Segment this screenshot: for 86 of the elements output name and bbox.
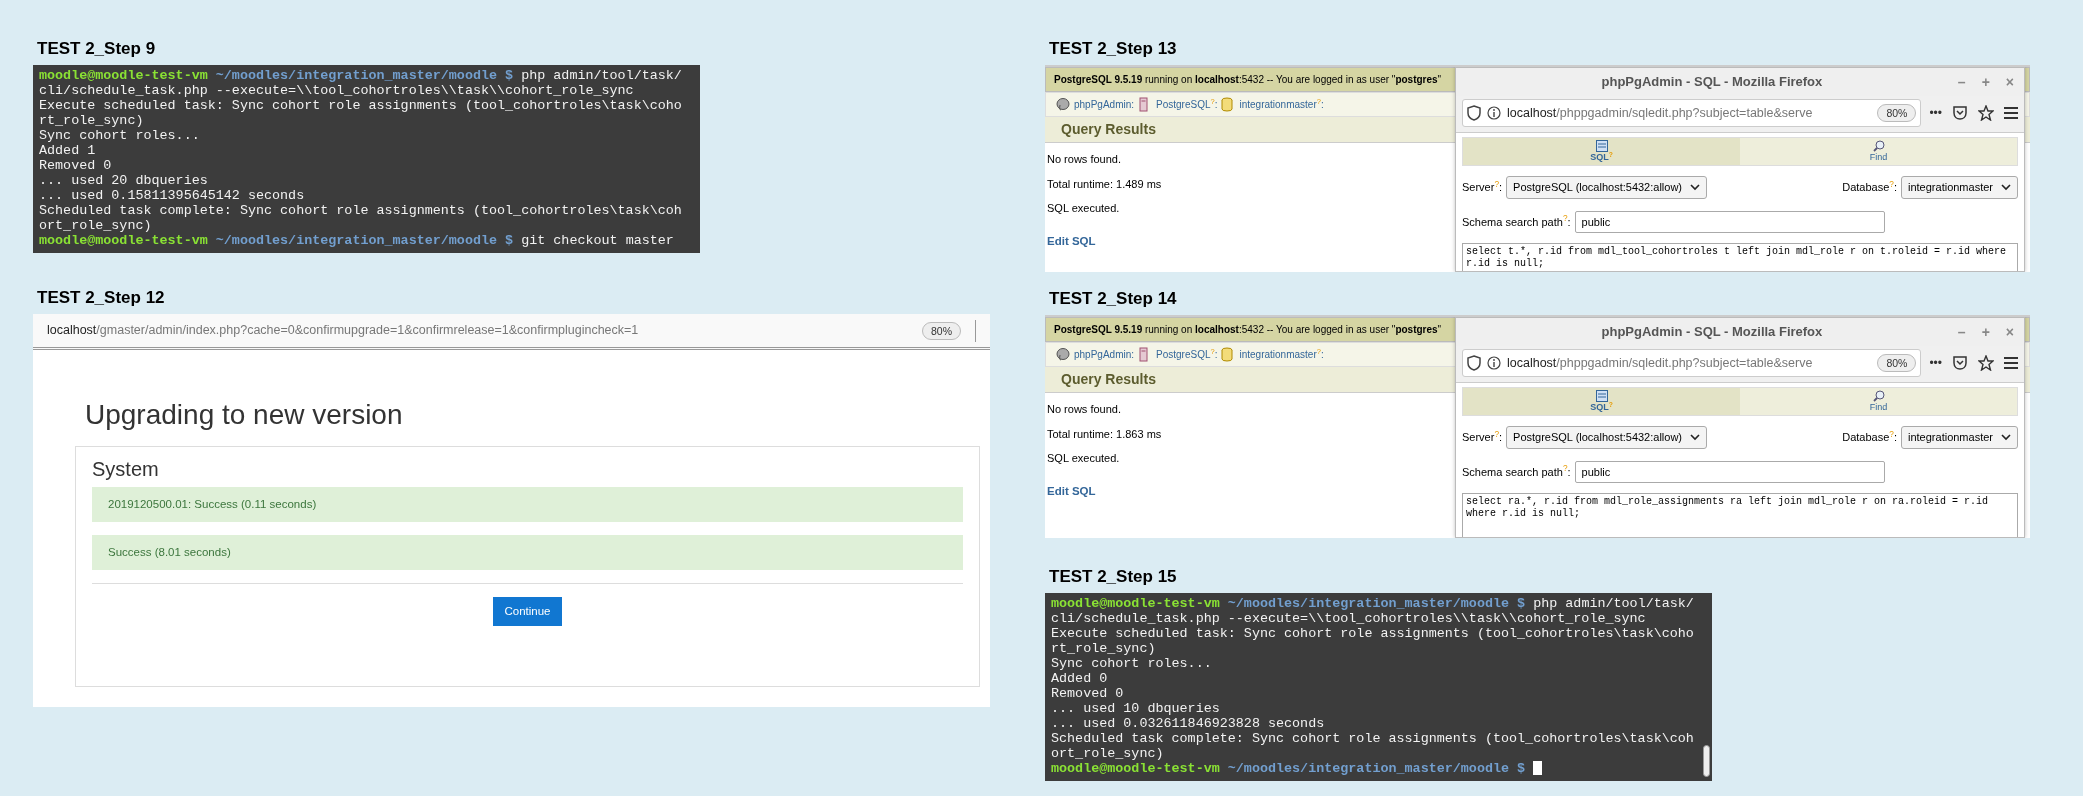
success-notice: 2019120500.01: Success (0.11 seconds) (92, 486, 963, 522)
dropdown[interactable]: PostgreSQL (localhost:5432:allow) (1506, 426, 1708, 449)
breadcrumb-link[interactable]: integrationmaster$^{?}$: (1239, 347, 1324, 362)
star-icon[interactable] (1978, 105, 1994, 121)
edit-sql-link[interactable]: Edit SQL (1047, 232, 1096, 250)
terminal-line: moodle@moodle-test-vm ~/moodles/integration_master/moodle $ php admin/tool/task/cli/schedule_task.php --execute=\\tool_cohortroles\\task\\cohort_role_sync (1051, 596, 1695, 626)
terminal-line: Scheduled task complete: Sync cohort role assignments (tool_cohortroles\task\cohort_role_sync) (39, 203, 683, 233)
step-label: TEST 2_Step 14 (1049, 288, 1178, 310)
info-icon (1487, 106, 1501, 120)
menu-icon[interactable] (2004, 107, 2018, 119)
success-notice: Success (8.01 seconds) (92, 534, 963, 571)
bookmark-badge-icon[interactable] (1952, 355, 1968, 371)
terminal-line: Removed 0 (39, 158, 113, 173)
result-message: Total runtime: 1.489 ms (1047, 176, 1162, 192)
sql-document-icon (1595, 390, 1608, 402)
dropdown[interactable]: PostgreSQL (localhost:5432:allow) (1506, 176, 1708, 199)
address-bar[interactable]: localhost/phppgadmin/sqledit.php?subject=table&serve 80% (1462, 99, 1922, 127)
window-title: phpPgAdmin - SQL - Mozilla Firefox (1600, 73, 1824, 92)
dropdown[interactable]: integrationmaster (1901, 426, 2018, 449)
shield-icon (1467, 355, 1481, 371)
edit-sql-link[interactable]: Edit SQL (1047, 482, 1096, 500)
step-label: TEST 2_Step 15 (1049, 566, 1178, 588)
info-icon (1487, 356, 1501, 370)
window-title: phpPgAdmin - SQL - Mozilla Firefox (1600, 323, 1824, 342)
field-label: Database$^{?}$: (1842, 179, 1897, 195)
terminal-line: moodle@moodle-test-vm ~/moodles/integration_master/moodle $ git checkout master (39, 233, 675, 248)
chevron-down-icon (1690, 433, 1701, 441)
field-label: Server$^{?}$: (1462, 179, 1503, 195)
shield-icon (1467, 105, 1481, 121)
search-icon (1872, 390, 1885, 402)
section-heading: System (92, 456, 160, 481)
terminal-line: Sync cohort roles... (1051, 656, 1213, 671)
terminal-line: Removed 0 (1051, 686, 1125, 701)
terminal-line: Sync cohort roles... (39, 128, 201, 143)
terminal-line: moodle@moodle-test-vm ~/moodles/integration_master/moodle $ php admin/tool/task/cli/schedule_task.php --execute=\\tool_cohortroles\\task\\cohort_role_sync (39, 68, 683, 98)
result-message: Total runtime: 1.863 ms (1047, 426, 1162, 442)
zoom-level-button[interactable]: 80% (1877, 354, 1917, 372)
field-label: Schema search path$^{?}$: (1462, 463, 1571, 480)
terminal-line: Execute scheduled task: Sync cohort role assignments (tool_cohortroles\task\cohort_role_sync) (1051, 626, 1695, 656)
terminal-line: ... used 0.15811395645142 seconds (39, 188, 306, 203)
result-message: No rows found. (1047, 402, 1121, 417)
address-bar[interactable]: localhost/phppgadmin/sqledit.php?subject=table&serve 80% (1462, 349, 1922, 377)
result-message: SQL executed. (1047, 201, 1120, 216)
step-label: TEST 2_Step 13 (1049, 38, 1178, 60)
chevron-down-icon (2001, 433, 2011, 441)
terminal-line: Execute scheduled task: Sync cohort role assignments (tool_cohortroles\task\cohort_role_sync) (39, 98, 683, 128)
scrollbar (1702, 745, 1710, 777)
input-field[interactable]: public (1574, 460, 1885, 483)
chevron-down-icon (2001, 183, 2011, 191)
url-text: localhost/gmaster/admin/index.php?cache=0&confirmupgrade=1&confirmrelease=1&confirmplugincheck=1 (47, 322, 640, 340)
result-message: SQL executed. (1047, 451, 1120, 466)
terminal-line: ... used 20 dbqueries (39, 173, 209, 188)
field-label: Database$^{?}$: (1842, 429, 1897, 445)
breadcrumb-link[interactable]: integrationmaster$^{?}$: (1239, 97, 1324, 112)
terminal-line: ... used 0.032611846923828 seconds (1051, 716, 1326, 731)
terminal-line: Added 0 (1051, 671, 1109, 686)
database-icon (1221, 347, 1236, 362)
terminal-line: Scheduled task complete: Sync cohort role assignments (tool_cohortroles\task\cohort_role_sync) (1051, 731, 1695, 761)
tab[interactable]: SQL$^{?}$ (1463, 138, 1740, 165)
continue-button[interactable]: Continue (493, 597, 562, 627)
breadcrumb-link[interactable]: PostgreSQL$^{?}$: (1156, 347, 1218, 362)
bookmark-badge-icon[interactable] (1952, 105, 1968, 121)
dropdown[interactable]: integrationmaster (1901, 176, 2018, 199)
breadcrumb-link[interactable]: phpPgAdmin: (1074, 97, 1135, 112)
zoom-level-button[interactable]: 80% (922, 321, 961, 340)
chevron-down-icon (1690, 183, 1701, 191)
address-bar[interactable]: localhost/gmaster/admin/index.php?cache=0&confirmupgrade=1&confirmrelease=1&confirmplugincheck=1 80% (33, 314, 990, 350)
step-label: TEST 2_Step 9 (37, 38, 157, 60)
terminal-line: moodle@moodle-test-vm ~/moodles/integration_master/moodle $ (1051, 761, 1527, 776)
breadcrumb-link[interactable]: PostgreSQL$^{?}$: (1156, 97, 1218, 112)
tab[interactable]: SQL$^{?}$ (1463, 388, 1740, 415)
terminal-line: Added 1 (39, 143, 97, 158)
breadcrumb-link[interactable]: phpPgAdmin: (1074, 347, 1135, 362)
step-label: TEST 2_Step 12 (37, 287, 166, 309)
input-field[interactable]: public (1574, 210, 1885, 233)
database-icon (1221, 97, 1236, 112)
page-heading: Upgrading to new version (85, 398, 404, 432)
field-label: Schema search path$^{?}$: (1462, 213, 1571, 230)
field-label: Server$^{?}$: (1462, 429, 1503, 445)
star-icon[interactable] (1978, 355, 1994, 371)
terminal-line: ... used 10 dbqueries (1051, 701, 1221, 716)
zoom-level-button[interactable]: 80% (1877, 104, 1917, 122)
sql-document-icon (1595, 140, 1608, 152)
search-icon (1872, 140, 1885, 152)
menu-icon[interactable] (2004, 357, 2018, 369)
result-message: No rows found. (1047, 152, 1121, 167)
